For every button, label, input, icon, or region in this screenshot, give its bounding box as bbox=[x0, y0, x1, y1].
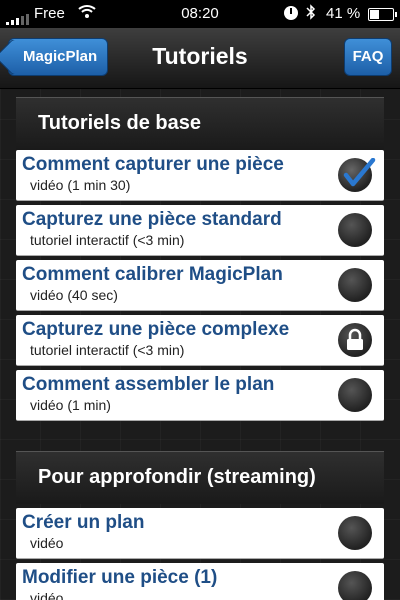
tutorial-row[interactable]: Capturez une pièce standard tutoriel int… bbox=[16, 205, 384, 256]
tutorial-subtitle: tutoriel interactif (<3 min) bbox=[30, 232, 185, 248]
tutorial-title: Créer un plan bbox=[22, 512, 145, 533]
lock-icon bbox=[338, 323, 372, 357]
tutorial-subtitle: vidéo (40 sec) bbox=[30, 287, 118, 303]
back-button-label: MagicPlan bbox=[23, 48, 98, 65]
section-header-label: Tutoriels de base bbox=[38, 112, 202, 134]
navigation-bar: MagicPlan Tutoriels FAQ bbox=[0, 28, 400, 89]
tutorial-subtitle: vidéo (1 min 30) bbox=[30, 177, 131, 193]
tutorial-row[interactable]: Modifier une pièce (1) vidéo bbox=[16, 563, 384, 600]
status-bar: Free 08:20 41 % bbox=[0, 0, 400, 28]
tutorial-title: Modifier une pièce (1) bbox=[22, 567, 218, 588]
tutorial-row[interactable]: Comment assembler le plan vidéo (1 min) bbox=[16, 370, 384, 421]
tutorial-subtitle: vidéo bbox=[30, 590, 64, 600]
tutorial-title: Comment assembler le plan bbox=[22, 374, 275, 395]
tutorial-row[interactable]: Comment capturer une pièce vidéo (1 min … bbox=[16, 150, 384, 201]
status-dot-icon bbox=[338, 516, 372, 550]
alarm-clock-icon bbox=[284, 6, 298, 20]
status-dot-icon bbox=[338, 268, 372, 302]
faq-button[interactable]: FAQ bbox=[344, 38, 392, 76]
tutorial-title: Capturez une pièce standard bbox=[22, 209, 282, 230]
bluetooth-icon bbox=[306, 4, 316, 24]
tutorial-subtitle: vidéo (1 min) bbox=[30, 397, 111, 413]
battery-percent: 41 % bbox=[326, 5, 361, 22]
tutorial-row[interactable]: Créer un plan vidéo bbox=[16, 508, 384, 559]
battery-icon bbox=[368, 8, 397, 21]
tutorial-list[interactable]: Tutoriels de base Comment capturer une p… bbox=[0, 89, 400, 600]
section-header-label: Pour approfondir (streaming) bbox=[38, 466, 316, 488]
status-dot-icon bbox=[338, 378, 372, 412]
section-header: Pour approfondir (streaming) bbox=[16, 451, 384, 504]
tutorial-title: Capturez une pièce complexe bbox=[22, 319, 290, 340]
tutorial-title: Comment capturer une pièce bbox=[22, 154, 284, 175]
tutorial-title: Comment calibrer MagicPlan bbox=[22, 264, 283, 285]
status-dot-icon bbox=[338, 213, 372, 247]
tutorial-subtitle: tutoriel interactif (<3 min) bbox=[30, 342, 185, 358]
tutorial-row[interactable]: Comment calibrer MagicPlan vidéo (40 sec… bbox=[16, 260, 384, 311]
checkmark-icon bbox=[338, 158, 376, 192]
section-header: Tutoriels de base bbox=[16, 97, 384, 150]
back-button[interactable]: MagicPlan bbox=[8, 38, 109, 76]
tutorial-subtitle: vidéo bbox=[30, 535, 64, 551]
status-dot-icon bbox=[338, 571, 372, 600]
tutorial-row[interactable]: Capturez une pièce complexe tutoriel int… bbox=[16, 315, 384, 366]
